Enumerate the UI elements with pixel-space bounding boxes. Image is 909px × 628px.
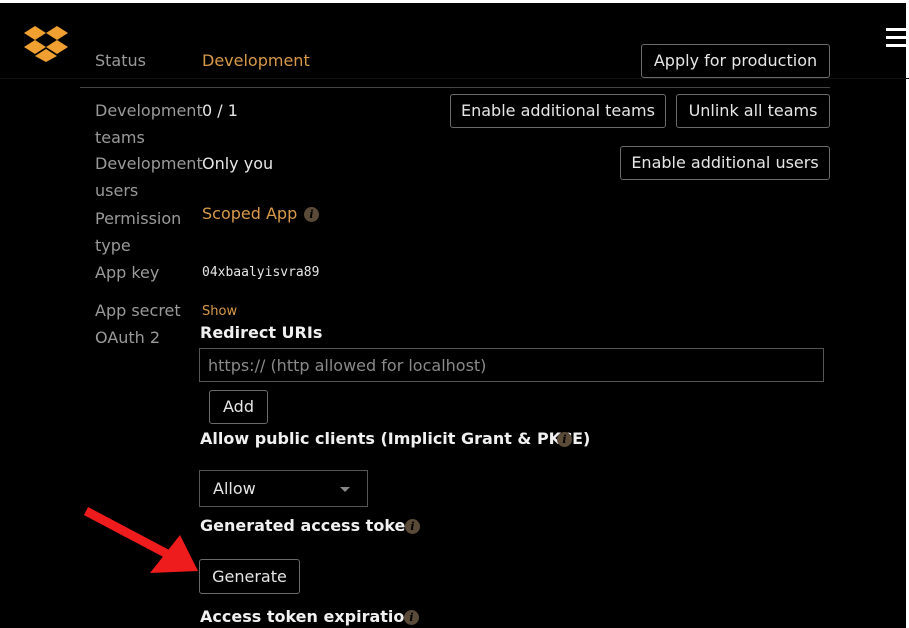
generate-token-button[interactable]: Generate — [199, 559, 300, 594]
status-value: Development — [202, 51, 310, 70]
dev-teams-label: Development teams — [95, 101, 203, 147]
hamburger-menu-icon[interactable] — [886, 28, 908, 50]
dropbox-logo-icon[interactable] — [24, 24, 68, 62]
app-key-value: 04xbaalyisvra89 — [202, 265, 320, 280]
app-key-label: App key — [95, 263, 160, 282]
access-token-info-icon[interactable]: i — [405, 519, 420, 534]
generated-access-token-title: Generated access token — [200, 516, 417, 535]
enable-additional-users-button[interactable]: Enable additional users — [620, 146, 830, 180]
redirect-uris-title: Redirect URIs — [200, 323, 323, 342]
redirect-uri-input[interactable] — [199, 348, 824, 382]
permission-type-value[interactable]: Scoped App — [202, 200, 297, 227]
dev-teams-value: 0 / 1 — [202, 101, 238, 120]
top-border — [0, 0, 909, 3]
public-clients-info-icon[interactable]: i — [557, 432, 572, 447]
expiration-info-icon[interactable]: i — [404, 610, 419, 625]
public-clients-title: Allow public clients (Implicit Grant & P… — [200, 429, 591, 448]
permission-type-label: Permission type — [95, 209, 182, 255]
app-secret-label: App secret — [95, 301, 181, 320]
access-token-expiration-title: Access token expiration — [200, 607, 416, 626]
permission-info-icon[interactable]: i — [304, 207, 319, 222]
app-secret-show-link[interactable]: Show — [202, 298, 237, 325]
app-settings-page: Status Development Apply for production … — [0, 0, 909, 628]
chevron-down-icon — [340, 487, 350, 492]
public-clients-selected-value: Allow — [213, 479, 256, 498]
add-redirect-uri-button[interactable]: Add — [209, 390, 268, 424]
topbar-separator — [0, 78, 909, 79]
status-label: Status — [95, 51, 146, 70]
dev-users-label: Development users — [95, 154, 203, 200]
apply-for-production-button[interactable]: Apply for production — [641, 44, 830, 78]
unlink-all-teams-button[interactable]: Unlink all teams — [676, 94, 830, 128]
public-clients-select[interactable]: Allow — [199, 470, 368, 507]
enable-additional-teams-button[interactable]: Enable additional teams — [450, 94, 666, 128]
red-arrow-annotation-icon — [83, 507, 198, 573]
dev-users-value: Only you — [202, 154, 274, 173]
oauth2-label: OAuth 2 — [95, 328, 161, 347]
row-divider — [80, 87, 830, 88]
